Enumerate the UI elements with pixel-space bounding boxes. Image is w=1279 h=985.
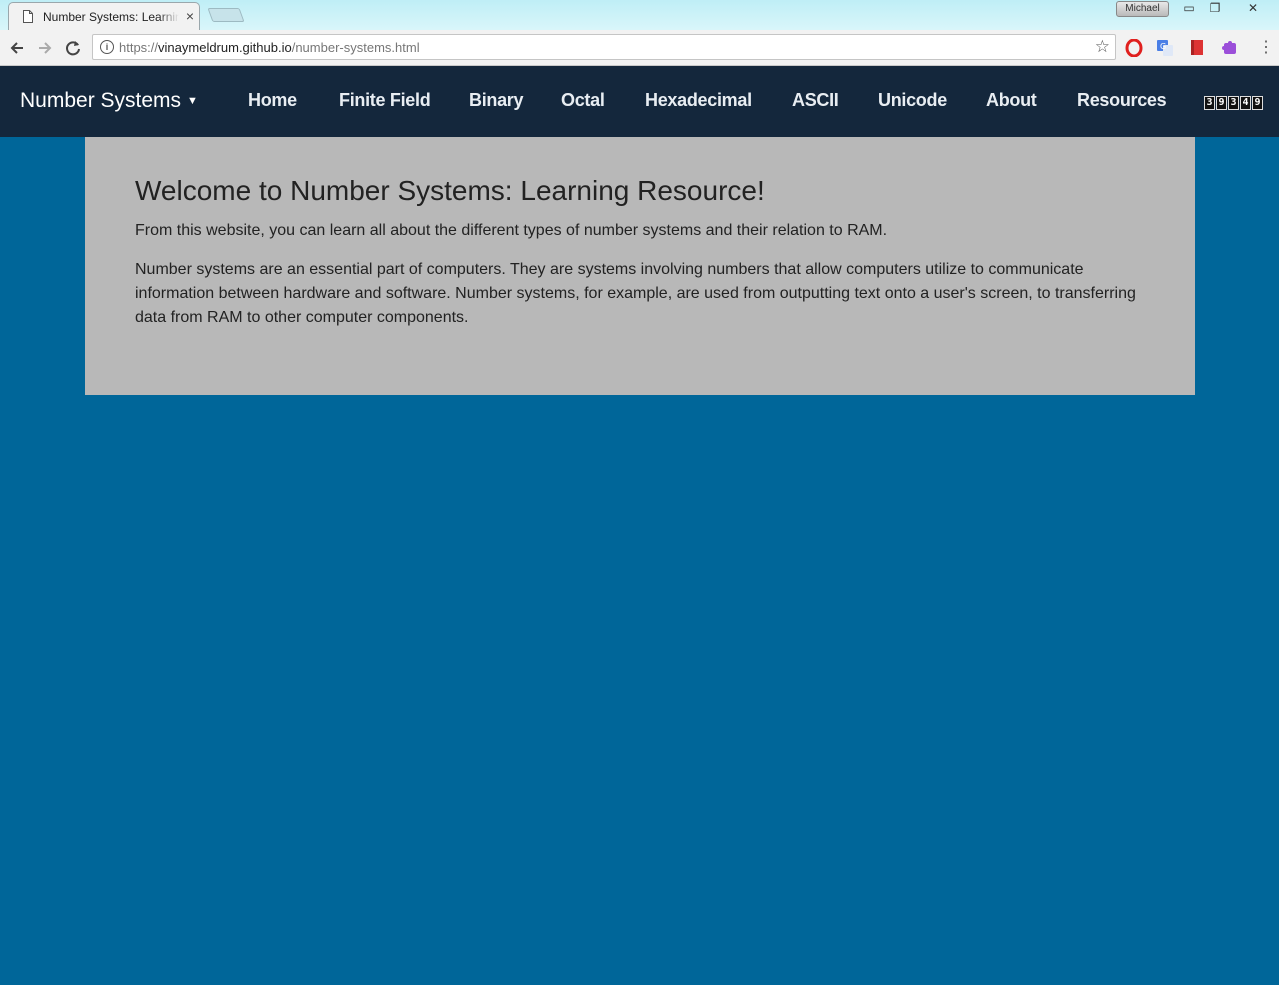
back-arrow-icon[interactable] <box>6 37 28 59</box>
visitor-counter: 3 9 3 4 9 <box>1204 96 1263 110</box>
star-icon[interactable]: ☆ <box>1095 37 1110 57</box>
profile-button[interactable]: Michael <box>1116 1 1169 17</box>
translate-icon[interactable]: G <box>1156 39 1174 57</box>
tab-title: Number Systems: Learning Resource! <box>43 10 179 24</box>
counter-digit: 9 <box>1252 96 1263 110</box>
nav-link-unicode[interactable]: Unicode <box>878 90 947 111</box>
address-bar[interactable]: i https://vinaymeldrum.github.io/number-… <box>92 34 1116 60</box>
bookmark-red-icon[interactable] <box>1188 39 1206 57</box>
svg-text:G: G <box>1160 42 1166 51</box>
counter-digit: 9 <box>1216 96 1227 110</box>
kebab-menu-icon[interactable]: ⋮ <box>1258 39 1274 57</box>
intro-paragraph: From this website, you can learn all abo… <box>135 222 888 239</box>
browser-titlebar: Number Systems: Learning Resource! × Mic… <box>0 0 1279 31</box>
restore-icon[interactable]: ❐ <box>1200 0 1230 18</box>
brand-dropdown[interactable]: Number Systems ▼ <box>20 89 198 113</box>
url-text: https://vinaymeldrum.github.io/number-sy… <box>119 40 420 55</box>
brand-label: Number Systems <box>20 89 182 112</box>
welcome-card: Welcome to Number Systems: Learning Reso… <box>85 137 1195 395</box>
info-icon[interactable]: i <box>100 40 114 54</box>
nav-link-binary[interactable]: Binary <box>469 90 524 111</box>
body-paragraph: Number systems are an essential part of … <box>135 261 1136 326</box>
counter-digit: 3 <box>1204 96 1215 110</box>
counter-digit: 3 <box>1228 96 1239 110</box>
tab-close-icon[interactable]: × <box>183 8 197 24</box>
nav-link-resources[interactable]: Resources <box>1077 90 1167 111</box>
browser-tab[interactable]: Number Systems: Learning Resource! × <box>8 2 200 31</box>
nav-link-finite-field[interactable]: Finite Field <box>339 90 431 111</box>
browser-toolbar: i https://vinaymeldrum.github.io/number-… <box>0 30 1279 66</box>
nav-link-home[interactable]: Home <box>248 90 297 111</box>
reload-icon[interactable] <box>62 37 84 59</box>
document-icon <box>23 10 33 23</box>
nav-link-ascii[interactable]: ASCII <box>792 90 839 111</box>
forward-arrow-icon[interactable] <box>34 37 56 59</box>
new-tab-button[interactable] <box>207 8 245 22</box>
site-navbar: Number Systems ▼ Home Finite Field Binary… <box>0 66 1279 137</box>
caret-down-icon: ▼ <box>187 95 198 107</box>
counter-digit: 4 <box>1240 96 1251 110</box>
opera-icon[interactable] <box>1125 39 1143 57</box>
window-close-icon[interactable]: ✕ <box>1238 0 1268 18</box>
nav-link-octal[interactable]: Octal <box>561 90 605 111</box>
page-title: Welcome to Number Systems: Learning Reso… <box>135 175 765 206</box>
puzzle-extension-icon[interactable] <box>1221 39 1239 57</box>
nav-link-hexadecimal[interactable]: Hexadecimal <box>645 90 752 111</box>
nav-link-about[interactable]: About <box>986 90 1037 111</box>
